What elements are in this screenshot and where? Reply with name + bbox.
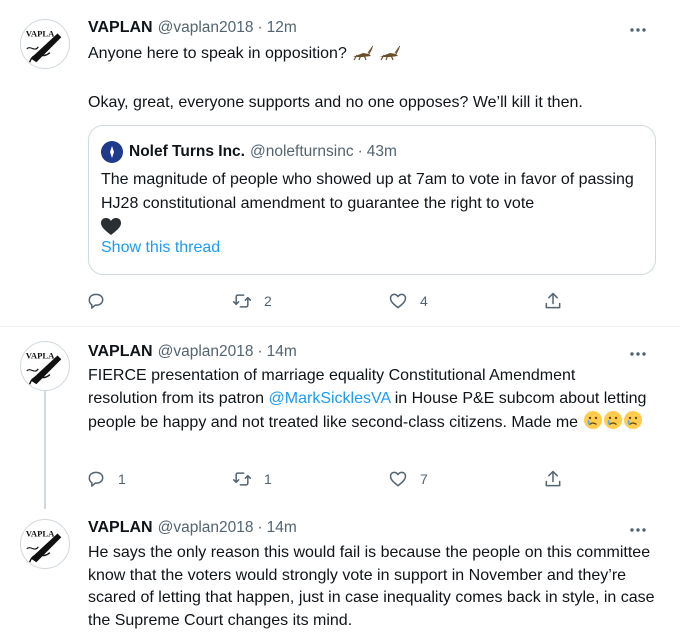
retweet-icon (232, 472, 252, 486)
timestamp[interactable]: 14m (267, 342, 297, 362)
like-button[interactable]: 7 (388, 467, 428, 491)
tweet[interactable]: VAPLA VAPLAN @vaplan2018 · 14m FIERCE pr… (0, 327, 680, 509)
avatar[interactable]: VAPLA (20, 19, 70, 69)
crying-face-icon (603, 410, 623, 438)
timeline: VAPLA VAPLAN @vaplan2018 · 12m Anyone he… (0, 0, 680, 638)
timestamp[interactable]: 14m (267, 518, 297, 538)
display-name[interactable]: VAPLAN (88, 342, 153, 362)
retweet-button[interactable]: 1 (232, 467, 272, 491)
quote-avatar (101, 141, 123, 163)
tweet[interactable]: VAPLA VAPLAN @vaplan2018 · 12m Anyone he… (0, 0, 680, 326)
svg-text:VAPLA: VAPLA (26, 28, 55, 38)
tweet-line: Anyone here to speak in opposition? (88, 45, 347, 62)
tweet-actions: 1 1 7 (86, 467, 566, 491)
more-icon (630, 352, 646, 356)
crying-face-icon (583, 410, 603, 438)
vaplan-logo-icon: VAPLA (26, 28, 62, 63)
more-icon (630, 528, 646, 532)
retweet-icon (232, 294, 252, 308)
show-thread-link[interactable]: Show this thread (101, 239, 220, 257)
thread-line (44, 383, 46, 509)
display-name[interactable]: VAPLAN (88, 18, 153, 38)
separator: · (257, 343, 263, 360)
quote-display-name: Nolef Turns Inc. (129, 143, 245, 160)
user-handle[interactable]: @vaplan2018 (158, 342, 254, 362)
retweet-count: 2 (264, 293, 272, 309)
user-handle[interactable]: @vaplan2018 (158, 18, 254, 38)
tweet-line: Okay, great, everyone supports and no on… (88, 93, 583, 111)
reply-button[interactable]: 1 (86, 467, 126, 491)
cricket-icon (378, 45, 401, 69)
tweet-text: He says the only reason this would fail … (88, 544, 655, 630)
svg-text:VAPLA: VAPLA (26, 350, 55, 360)
retweet-count: 1 (264, 471, 272, 487)
share-icon (545, 292, 561, 309)
quote-text-content: The magnitude of people who showed up at… (101, 171, 634, 212)
display-name[interactable]: VAPLAN (88, 518, 153, 538)
like-count: 4 (420, 293, 428, 309)
crying-face-icon (623, 410, 643, 438)
retweet-button[interactable]: 2 (232, 289, 272, 313)
like-count: 7 (420, 471, 428, 487)
timestamp[interactable]: 12m (267, 18, 297, 38)
like-icon (389, 471, 407, 487)
reply-icon (88, 471, 104, 487)
tweet-header: VAPLAN @vaplan2018 · 14m (88, 342, 297, 362)
separator: · (257, 19, 263, 36)
reply-count: 1 (118, 471, 126, 487)
quoted-tweet[interactable]: Nolef Turns Inc. @nolefturnsinc · 43m Th… (88, 125, 656, 275)
share-icon (545, 470, 561, 487)
tweet[interactable]: VAPLA VAPLAN @vaplan2018 · 14m He says t… (0, 507, 680, 638)
tweet-header: VAPLAN @vaplan2018 · 12m (88, 18, 297, 38)
user-handle[interactable]: @vaplan2018 (158, 518, 254, 538)
tweet-text: Anyone here to speak in opposition? Okay… (88, 43, 663, 114)
quote-timestamp: 43m (366, 143, 397, 160)
more-button[interactable] (626, 344, 650, 364)
quote-text: The magnitude of people who showed up at… (101, 168, 641, 244)
reply-icon (88, 293, 104, 309)
avatar[interactable]: VAPLA (20, 519, 70, 569)
svg-text:VAPLA: VAPLA (26, 528, 55, 538)
tweet-text: FIERCE presentation of marriage equality… (88, 365, 648, 438)
like-icon (389, 293, 407, 309)
share-button[interactable] (543, 467, 563, 491)
separator: · (257, 519, 263, 536)
reply-button[interactable] (86, 289, 118, 313)
more-button[interactable] (626, 520, 650, 540)
nolef-logo-icon (110, 146, 114, 158)
share-button[interactable] (543, 289, 563, 313)
more-button[interactable] (626, 20, 650, 40)
vaplan-logo-icon: VAPLA (26, 350, 62, 385)
like-button[interactable]: 4 (388, 289, 428, 313)
tweet-header: VAPLAN @vaplan2018 · 14m (88, 518, 297, 538)
more-icon (630, 28, 646, 32)
avatar[interactable]: VAPLA (20, 341, 70, 391)
mention-link[interactable]: @MarkSicklesVA (269, 390, 391, 407)
vaplan-logo-icon: VAPLA (26, 528, 62, 563)
tweet-actions: 2 4 (86, 289, 566, 313)
quote-handle: @nolefturnsinc (249, 143, 354, 160)
separator: · (357, 143, 363, 160)
cricket-icon (351, 45, 374, 69)
quote-header: Nolef Turns Inc. @nolefturnsinc · 43m (101, 141, 397, 163)
